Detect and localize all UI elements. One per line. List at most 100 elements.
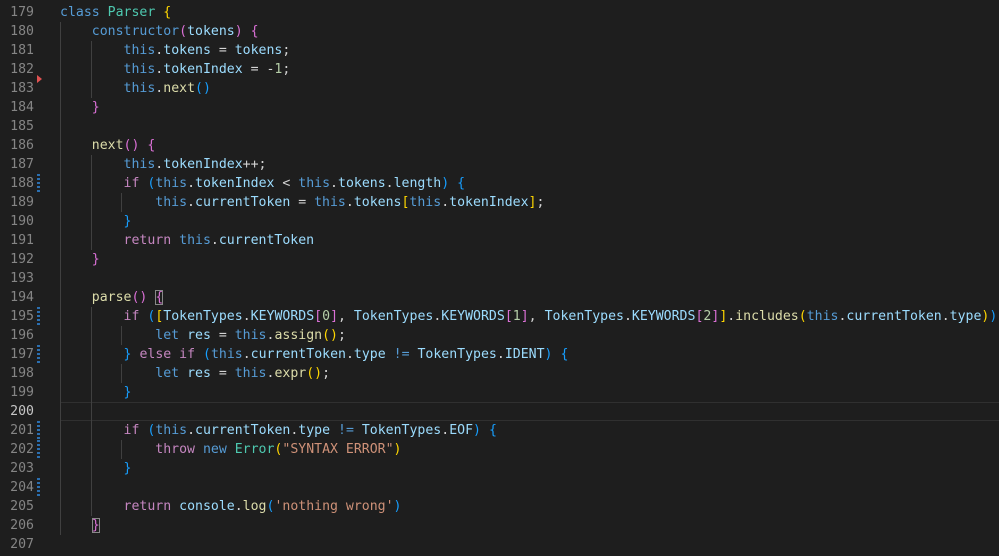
line-number[interactable]: 181 [0, 41, 34, 60]
code-line[interactable]: return console.log('nothing wrong') [60, 497, 999, 516]
code-line[interactable]: this.next() [60, 79, 999, 98]
code-line[interactable]: let res = this.assign(); [60, 326, 999, 345]
line-number[interactable]: 191 [0, 231, 34, 250]
line-number[interactable]: 193 [0, 269, 34, 288]
line-number[interactable]: 205 [0, 497, 34, 516]
code-line[interactable]: this.tokenIndex = -1; [60, 60, 999, 79]
code-token: TokenTypes [417, 347, 497, 362]
line-number[interactable]: 192 [0, 250, 34, 269]
line-number[interactable]: 185 [0, 117, 34, 136]
matched-bracket: { [155, 290, 164, 305]
code-token: Error [234, 442, 275, 457]
line-number[interactable]: 200 [0, 402, 34, 421]
code-line[interactable]: parse() { [60, 288, 999, 307]
line-number[interactable]: 201 [0, 421, 34, 440]
line-number[interactable]: 199 [0, 383, 34, 402]
code-line[interactable]: if (this.tokenIndex < this.tokens.length… [60, 174, 999, 193]
code-token: tokenIndex [163, 62, 243, 77]
code-line[interactable]: class Parser { [60, 3, 999, 22]
code-line[interactable]: } [60, 383, 999, 402]
code-line[interactable]: next() { [60, 136, 999, 155]
code-line[interactable] [60, 117, 999, 136]
line-number[interactable]: 195 [0, 307, 34, 326]
line-number[interactable]: 184 [0, 98, 34, 117]
line-number[interactable]: 194 [0, 288, 34, 307]
modified-line-marker[interactable] [37, 478, 40, 497]
code-line[interactable]: return this.currentToken [60, 231, 999, 250]
code-token: tokens [353, 195, 402, 210]
code-line[interactable]: this.currentToken = this.tokens[this.tok… [60, 193, 999, 212]
code-line[interactable]: } [60, 516, 999, 535]
code-token: . [187, 423, 196, 438]
code-token: console [179, 499, 235, 514]
line-number[interactable]: 188 [0, 174, 34, 193]
code-line[interactable] [60, 402, 999, 421]
line-number[interactable]: 202 [0, 440, 34, 459]
code-token: constructor [91, 24, 180, 39]
code-line[interactable]: } [60, 250, 999, 269]
code-token: currentToken [846, 309, 942, 324]
code-editor[interactable]: 179 180 181 182 183 184 185 186 187 188 189 190 191 1… [0, 0, 999, 556]
line-number[interactable]: 183 [0, 79, 34, 98]
code-token: next [91, 138, 124, 153]
code-token: . [441, 195, 450, 210]
code-line[interactable]: this.tokenIndex++; [60, 155, 999, 174]
code-line[interactable] [60, 478, 999, 497]
code-token: } [91, 252, 100, 267]
code-token: . [345, 195, 354, 210]
code-line[interactable]: constructor(tokens) { [60, 22, 999, 41]
line-number[interactable]: 179 [0, 3, 34, 22]
code-line[interactable]: if (this.currentToken.type != TokenTypes… [60, 421, 999, 440]
code-token: this [806, 309, 839, 324]
line-number[interactable]: 198 [0, 364, 34, 383]
modified-line-marker[interactable] [37, 307, 40, 326]
code-area[interactable]: class Parser { constructor(tokens) { thi… [60, 0, 999, 556]
code-token: ] [528, 195, 537, 210]
line-number[interactable]: 206 [0, 516, 34, 535]
code-token: () [306, 366, 323, 381]
code-line[interactable]: this.tokens = tokens; [60, 41, 999, 60]
line-number[interactable]: 190 [0, 212, 34, 231]
code-token: . [330, 176, 338, 191]
line-number[interactable]: 204 [0, 478, 34, 497]
code-token: currentToken [250, 347, 346, 362]
line-number[interactable]: 187 [0, 155, 34, 174]
line-number[interactable]: 186 [0, 136, 34, 155]
line-number[interactable]: 207 [0, 535, 34, 554]
line-number[interactable]: 197 [0, 345, 34, 364]
line-number[interactable]: 189 [0, 193, 34, 212]
line-number[interactable]: 182 [0, 60, 34, 79]
code-token: currentToken [195, 195, 291, 210]
code-line[interactable]: let res = this.expr(); [60, 364, 999, 383]
code-token: type [949, 309, 982, 324]
line-number[interactable]: 196 [0, 326, 34, 345]
modified-line-marker[interactable] [37, 345, 40, 364]
line-number[interactable]: 180 [0, 22, 34, 41]
code-line[interactable]: throw new Error("SYNTAX ERROR") [60, 440, 999, 459]
code-line[interactable]: } else if (this.currentToken.type != Tok… [60, 345, 999, 364]
line-number[interactable]: 203 [0, 459, 34, 478]
code-token: this [179, 233, 211, 248]
modified-line-marker[interactable] [37, 174, 40, 193]
modified-line-marker[interactable] [37, 421, 40, 440]
deleted-line-marker[interactable] [37, 75, 42, 83]
code-line[interactable] [60, 535, 999, 554]
code-line[interactable] [60, 269, 999, 288]
code-token: Parser [107, 5, 156, 20]
code-token: ; [282, 43, 291, 58]
code-token: } [91, 100, 100, 115]
code-line[interactable]: } [60, 212, 999, 231]
code-line[interactable]: } [60, 98, 999, 117]
code-token: { [147, 138, 156, 153]
code-token: != [393, 347, 410, 362]
modified-line-marker[interactable] [37, 440, 40, 459]
code-line[interactable]: } [60, 459, 999, 478]
code-line[interactable]: if ([TokenTypes.KEYWORDS[0], TokenTypes.… [60, 307, 999, 326]
matched-bracket: } [91, 518, 100, 533]
code-token: 'nothing wrong' [274, 499, 394, 514]
